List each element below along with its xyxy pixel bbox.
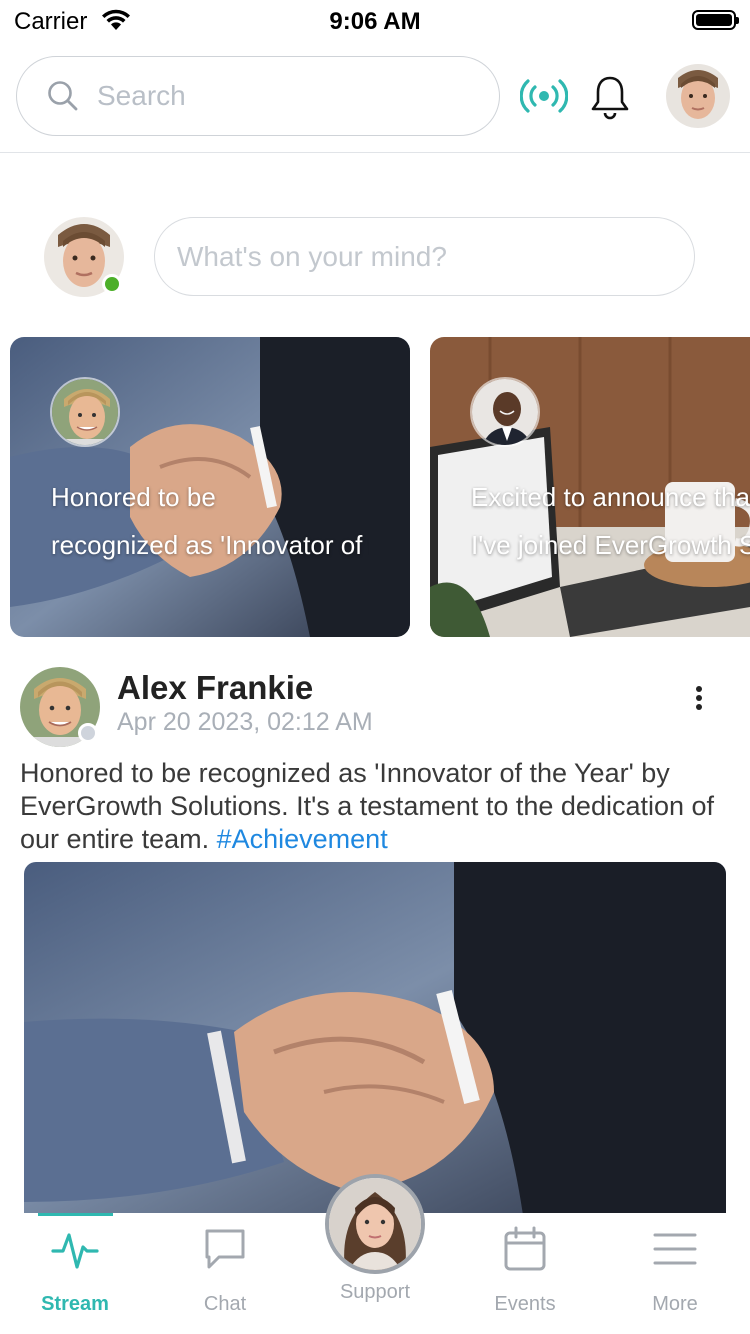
active-tab-indicator (38, 1213, 113, 1216)
story-card[interactable]: Excited to announce that I've joined Eve… (430, 337, 750, 637)
story-author-avatar (50, 377, 120, 447)
tab-more[interactable]: More (600, 1213, 750, 1334)
post-timestamp: Apr 20 2023, 02:12 AM (117, 708, 373, 736)
story-caption: Honored to be recognized as 'Innovator o… (51, 482, 369, 560)
tab-label: Events (494, 1293, 556, 1315)
tab-label: Chat (203, 1293, 247, 1315)
header (0, 56, 750, 152)
header-divider (0, 152, 750, 153)
stories-carousel[interactable]: Honored to be recognized as 'Innovator o… (0, 337, 750, 637)
tab-stream[interactable]: Stream (0, 1213, 150, 1334)
post-author-name[interactable]: Alex Frankie (117, 669, 313, 707)
search-bar[interactable] (16, 56, 500, 136)
post-hashtag[interactable]: #Achievement (217, 824, 388, 854)
bell-icon[interactable] (590, 74, 630, 120)
tab-label: Stream (41, 1293, 109, 1315)
post-options-button[interactable] (684, 683, 714, 713)
offline-status-indicator (78, 723, 98, 743)
story-caption: Excited to announce that I've joined Eve… (471, 482, 750, 560)
clock: 9:06 AM (329, 8, 421, 35)
online-status-indicator (102, 274, 122, 294)
tab-chat[interactable]: Chat (150, 1213, 300, 1334)
tab-events[interactable]: Events (450, 1213, 600, 1334)
menu-icon (653, 1233, 697, 1265)
post-body: Honored to be recognized as 'Innovator o… (20, 757, 732, 856)
battery-icon (692, 10, 739, 30)
profile-avatar[interactable] (666, 64, 730, 128)
post-composer-input[interactable] (154, 217, 695, 296)
status-bar: Carrier 9:06 AM (0, 0, 750, 40)
calendar-icon (504, 1226, 546, 1271)
support-agent-avatar (329, 1178, 421, 1270)
tab-label: More (652, 1293, 698, 1315)
search-input[interactable] (97, 80, 437, 112)
tab-support[interactable] (325, 1174, 425, 1274)
story-card[interactable]: Honored to be recognized as 'Innovator o… (10, 337, 410, 637)
post-image[interactable] (24, 862, 726, 1222)
activity-icon (51, 1233, 99, 1269)
story-author-avatar (470, 377, 540, 447)
more-vertical-icon (696, 686, 702, 692)
broadcast-icon[interactable] (520, 78, 568, 114)
search-icon (48, 81, 78, 111)
tab-support-label: Support (339, 1281, 411, 1303)
chat-icon (205, 1229, 245, 1269)
